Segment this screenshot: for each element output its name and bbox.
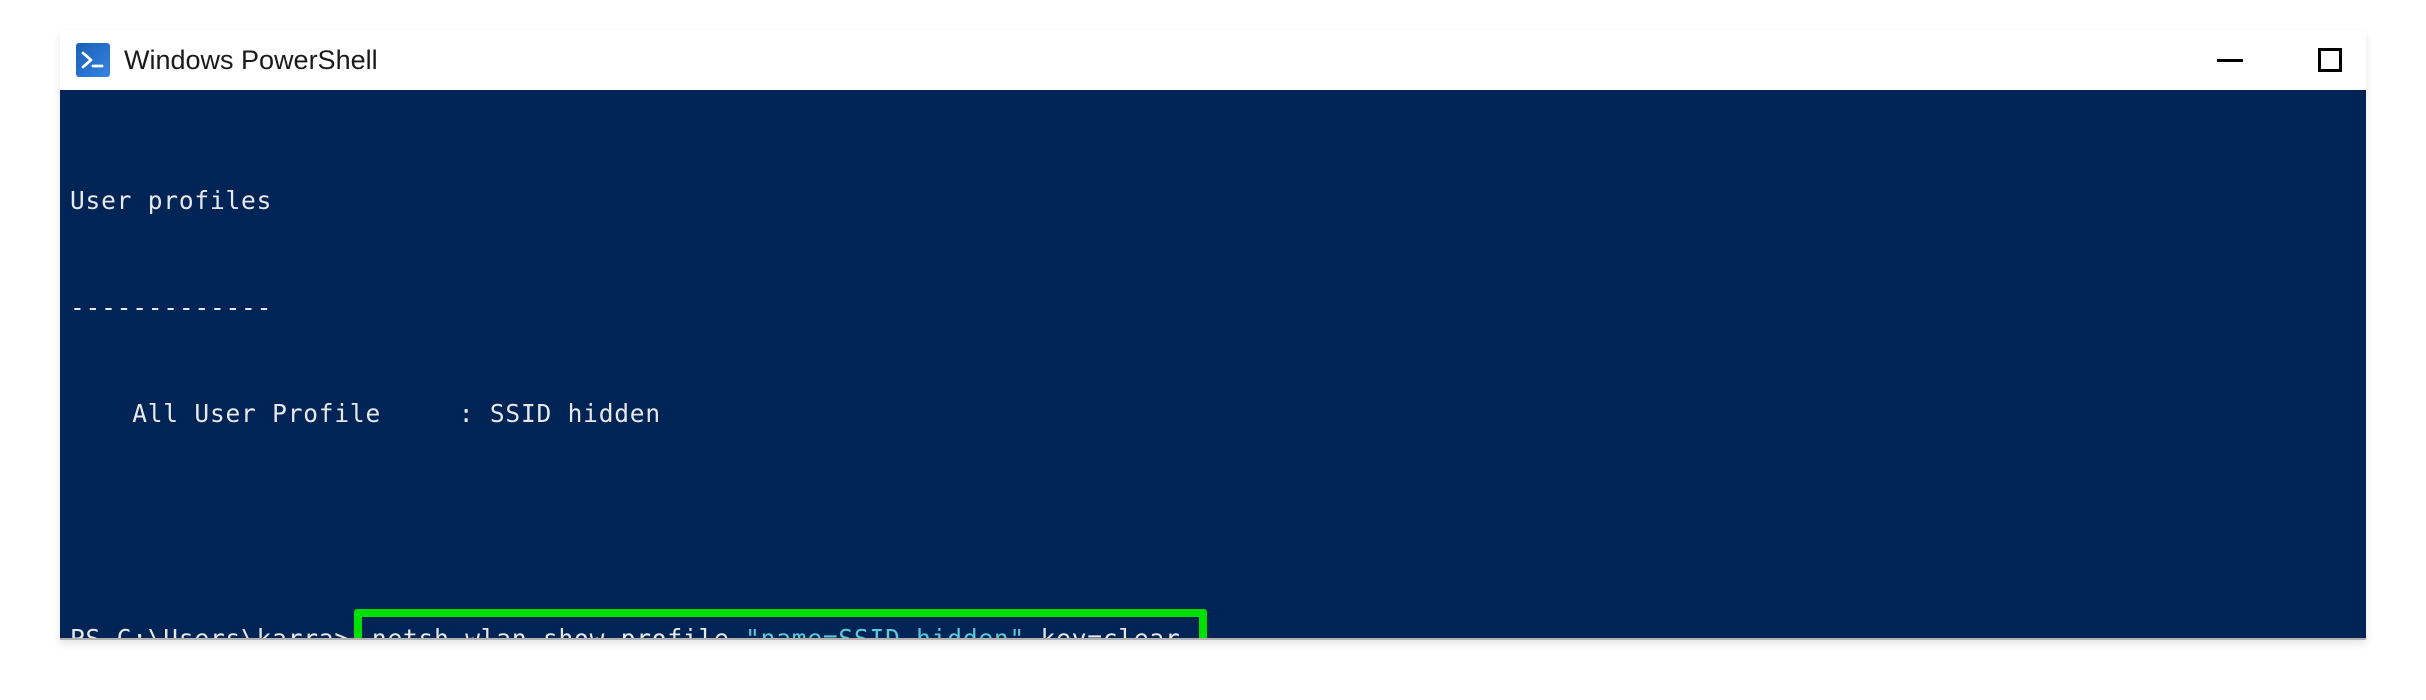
- maximize-icon: [2318, 48, 2342, 72]
- command-quoted: "name=SSID hidden": [745, 621, 1025, 638]
- prompt-text: PS C:\Users\karra>: [70, 621, 350, 638]
- terminal-body[interactable]: User profiles ------------- All User Pro…: [60, 90, 2366, 638]
- output-line: All User Profile : SSID hidden: [70, 396, 2356, 432]
- output-line: User profiles: [70, 183, 2356, 219]
- titlebar: Windows PowerShell: [60, 30, 2366, 90]
- window-title: Windows PowerShell: [124, 45, 378, 76]
- command-part: netsh wlan show profile: [372, 621, 745, 638]
- powershell-icon: [76, 43, 110, 77]
- command-part: key=clear: [1025, 621, 1181, 638]
- command-line: PS C:\Users\karra> netsh wlan show profi…: [70, 609, 2356, 638]
- maximize-button[interactable]: [2310, 40, 2350, 80]
- minimize-button[interactable]: [2210, 40, 2250, 80]
- output-line: -------------: [70, 290, 2356, 326]
- window-controls: [2210, 40, 2350, 80]
- command-highlight: netsh wlan show profile "name=SSID hidde…: [354, 609, 1207, 638]
- minimize-icon: [2217, 59, 2243, 62]
- powershell-window: Windows PowerShell User profiles -------…: [60, 30, 2366, 640]
- blank-line: [70, 503, 2356, 539]
